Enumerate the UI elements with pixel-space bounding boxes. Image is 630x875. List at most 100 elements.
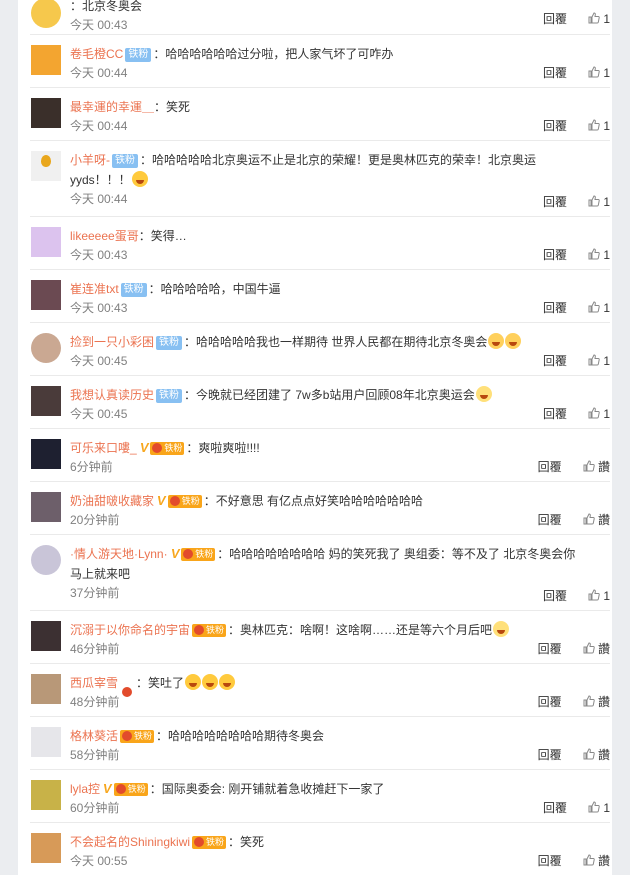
avatar[interactable]: [31, 727, 61, 757]
like-button[interactable]: 1: [588, 119, 610, 133]
comment-author[interactable]: likeeeee蛋哥: [70, 229, 139, 243]
avatar[interactable]: [31, 0, 61, 28]
comment-author[interactable]: 卷毛橙CC: [70, 47, 123, 61]
reply-button[interactable]: 回覆: [538, 513, 562, 527]
like-count: 讚: [597, 695, 610, 709]
avatar[interactable]: [31, 674, 61, 704]
like-button[interactable]: 讚: [583, 748, 610, 762]
like-button[interactable]: 1: [588, 354, 610, 368]
like-button[interactable]: 1: [588, 589, 610, 603]
comment-author[interactable]: 沉溺于以你命名的宇宙: [70, 623, 190, 637]
avatar[interactable]: [31, 45, 61, 75]
fan-crown-badge: 铁粉: [192, 836, 227, 849]
comment-time: 今天 00:55: [70, 854, 128, 868]
doge-emoji-icon: [475, 386, 492, 402]
avatar[interactable]: [31, 780, 61, 810]
comment-time: 今天 00:44: [70, 66, 128, 80]
avatar[interactable]: [31, 621, 61, 651]
laugh-emoji-icon: [219, 674, 236, 690]
avatar[interactable]: [31, 545, 61, 575]
reply-button[interactable]: 回覆: [543, 248, 567, 262]
like-button[interactable]: 讚: [583, 695, 610, 709]
reply-button[interactable]: 回覆: [543, 66, 567, 80]
comment-item: 最幸運的幸運＿：笑死 今天 00:44 回覆 1: [30, 87, 610, 141]
like-button[interactable]: 讚: [583, 642, 610, 656]
avatar[interactable]: [31, 151, 61, 181]
like-button[interactable]: 1: [588, 66, 610, 80]
reply-button[interactable]: 回覆: [543, 407, 567, 421]
avatar[interactable]: [31, 280, 61, 310]
laugh-emoji-icon: [185, 674, 202, 690]
comment-time: 20分钟前: [70, 513, 120, 527]
reply-button[interactable]: 回覆: [543, 119, 567, 133]
avatar[interactable]: [31, 98, 61, 128]
reply-button[interactable]: 回覆: [538, 460, 562, 474]
vip-icon: V: [138, 440, 150, 455]
reply-button[interactable]: 回覆: [543, 301, 567, 315]
reply-button[interactable]: 回覆: [543, 801, 567, 815]
comment-text: ：笑死: [154, 100, 191, 114]
avatar[interactable]: [31, 333, 61, 363]
comment-author[interactable]: lyla控: [70, 782, 100, 796]
reply-button[interactable]: 回覆: [543, 589, 567, 603]
comment-author[interactable]: 可乐来口嘍_: [70, 441, 137, 455]
comment-author[interactable]: 格林葵活: [70, 729, 118, 743]
like-button[interactable]: 1: [588, 801, 610, 815]
avatar[interactable]: [31, 833, 61, 863]
like-count: 1: [603, 195, 610, 209]
like-button[interactable]: 讚: [583, 513, 610, 527]
like-button[interactable]: 1: [588, 195, 610, 209]
comment-author[interactable]: ·情人游天地·Lynn·: [70, 547, 168, 561]
like-count: 1: [603, 12, 610, 26]
reply-button[interactable]: 回覆: [543, 12, 567, 26]
like-button[interactable]: 讚: [583, 854, 610, 868]
reply-button[interactable]: 回覆: [538, 854, 562, 868]
comment-text: ：哈哈哈哈哈，中国牛逼: [148, 282, 281, 296]
like-count: 讚: [597, 513, 610, 527]
comment-author[interactable]: 不会起名的Shiningkiwi: [70, 835, 190, 849]
comment-author[interactable]: 西瓜宰雪: [70, 676, 118, 690]
thumbs-up-icon: [588, 589, 601, 601]
reply-button[interactable]: 回覆: [538, 695, 562, 709]
shy-emoji-icon: [488, 333, 505, 349]
comment-time: 今天 00:43: [70, 301, 128, 315]
laugh-emoji-icon: [202, 674, 219, 690]
comment-text: ：哈哈哈哈哈哈哈哈期待冬奥会: [156, 729, 325, 743]
like-button[interactable]: 1: [588, 407, 610, 421]
thumbs-up-icon: [588, 801, 601, 813]
like-button[interactable]: 1: [588, 12, 610, 26]
comment-text: ：北京冬奥会: [70, 0, 143, 13]
avatar[interactable]: [31, 439, 61, 469]
thumbs-up-icon: [583, 748, 595, 760]
like-button[interactable]: 1: [588, 301, 610, 315]
thumbs-up-icon: [588, 301, 601, 313]
reply-button[interactable]: 回覆: [538, 642, 562, 656]
comment-author[interactable]: 捡到一只小彩困: [70, 335, 154, 349]
like-button[interactable]: 1: [588, 248, 610, 262]
fan-badge: 铁粉: [125, 48, 152, 62]
comment-author[interactable]: 崔连准txt: [70, 282, 119, 296]
reply-button[interactable]: 回覆: [543, 195, 567, 209]
avatar[interactable]: [31, 227, 61, 257]
thumbs-up-icon: [583, 695, 595, 707]
avatar[interactable]: [31, 492, 61, 522]
reply-button[interactable]: 回覆: [543, 354, 567, 368]
comment-item: 可乐来口嘍_ V 铁粉 ：爽啦爽啦!!!! 6分钟前 回覆 讚: [30, 428, 610, 482]
avatar[interactable]: [31, 386, 61, 416]
comment-author[interactable]: 奶油甜啵收藏家: [70, 494, 154, 508]
vip-icon: V: [155, 493, 168, 508]
comment-author[interactable]: 小羊呀-: [70, 153, 110, 167]
comment-author[interactable]: 我想认真读历史: [70, 388, 154, 402]
fan-badge: 铁粉: [120, 283, 147, 297]
thumbs-up-icon: [583, 513, 595, 525]
like-count: 1: [603, 66, 610, 80]
comment-text: ：不好意思 有亿点点好笑哈哈哈哈哈哈哈: [203, 494, 424, 508]
like-count: 1: [603, 589, 610, 603]
comment-author[interactable]: 最幸運的幸運＿: [70, 100, 154, 114]
like-button[interactable]: 讚: [583, 460, 610, 474]
comment-time: 58分钟前: [70, 748, 120, 762]
reply-button[interactable]: 回覆: [538, 748, 562, 762]
thumbs-up-icon: [588, 66, 601, 78]
fan-crown-badge: 铁粉: [192, 624, 227, 637]
comment-text-cont: yyds！！！: [70, 173, 131, 187]
